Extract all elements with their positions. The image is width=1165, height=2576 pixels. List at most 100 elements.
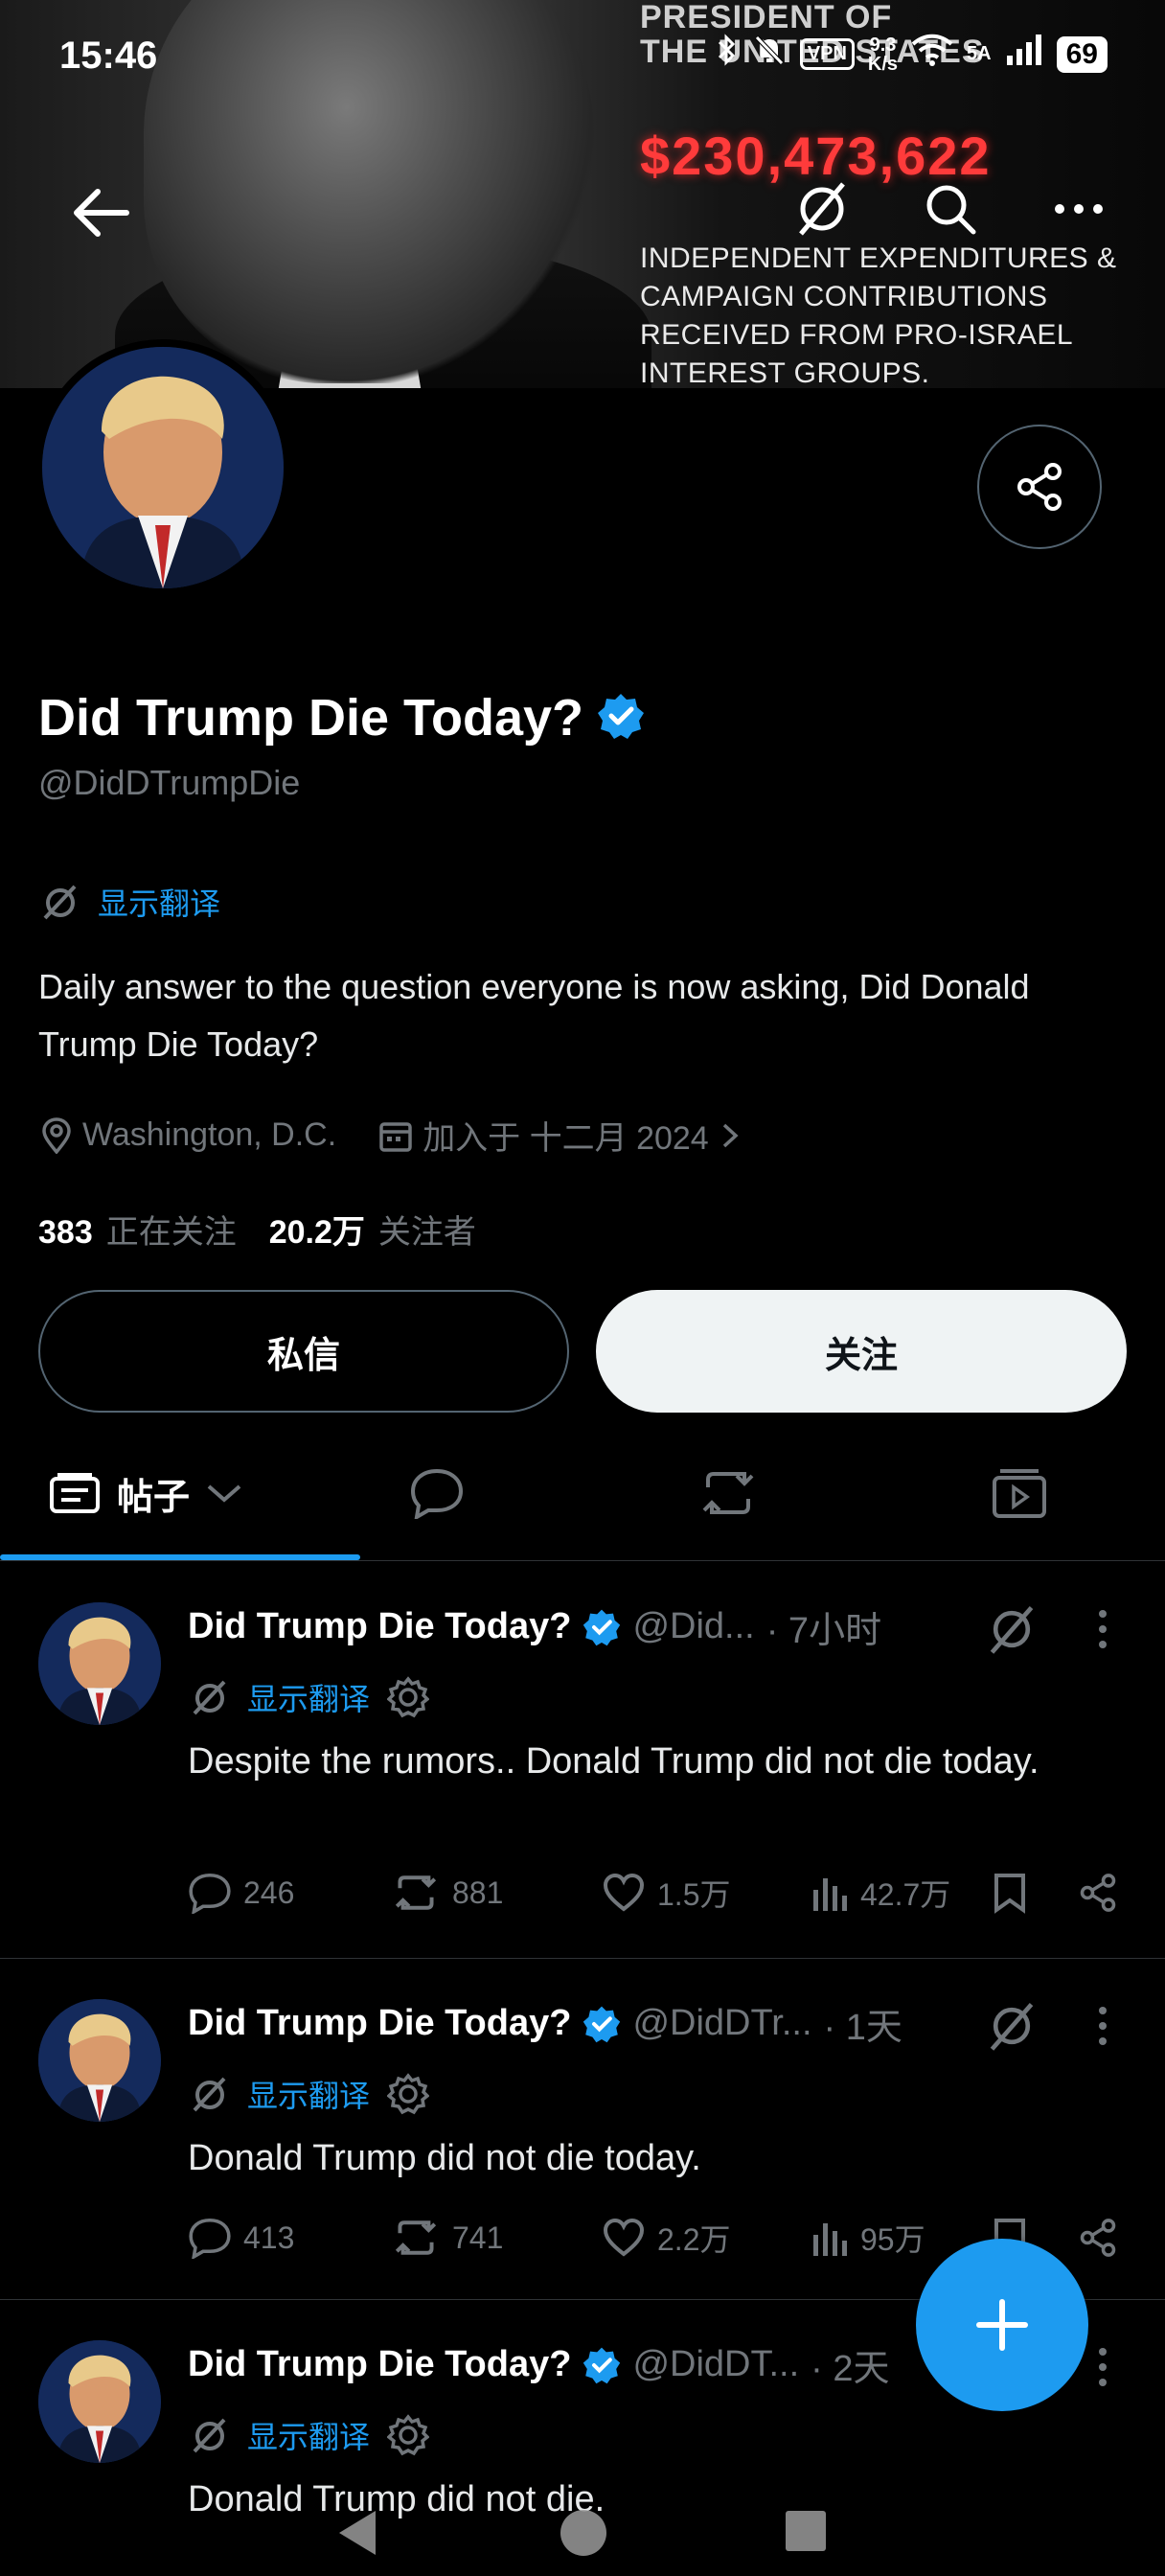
repost-action[interactable]: 741 [391, 2218, 602, 2258]
post-author-name[interactable]: Did Trump Die Today? [188, 1606, 571, 1647]
post-translate[interactable]: 显示翻译 [190, 2072, 430, 2116]
post-item[interactable]: Did Trump Die Today? @Did... · 7小时 显示翻译 … [0, 1562, 1165, 1959]
grok-button[interactable] [793, 180, 851, 238]
gear-icon[interactable] [387, 2073, 430, 2115]
profile-name-row: Did Trump Die Today? [38, 688, 645, 748]
post-author-handle[interactable]: @DidDTr... [632, 2003, 811, 2044]
post-more-icon[interactable] [1088, 2344, 1117, 2397]
more-horizontal-icon [1055, 204, 1103, 214]
post-author-name[interactable]: Did Trump Die Today? [188, 2344, 571, 2385]
nav-back-icon[interactable] [335, 2507, 379, 2559]
post-translate[interactable]: 显示翻译 [190, 2413, 430, 2457]
profile-bio: Daily answer to the question everyone is… [38, 967, 1030, 1064]
post-more-icon[interactable] [1088, 2003, 1117, 2056]
repost-icon [702, 1472, 754, 1514]
post-more-icon[interactable] [1088, 1606, 1117, 1659]
followers-label[interactable]: 关注者 [378, 1206, 476, 1253]
network-type: 5A [967, 43, 992, 64]
mute-bell-icon [752, 33, 787, 76]
reply-action[interactable]: 413 [188, 2217, 391, 2259]
bio-translate[interactable]: 显示翻译 [40, 880, 220, 924]
compose-post-button[interactable] [916, 2239, 1088, 2411]
heart-icon [603, 2218, 645, 2257]
post-time[interactable]: · 1天 [824, 1997, 902, 2050]
profile-name: Did Trump Die Today? [38, 689, 584, 747]
post-time[interactable]: · 2天 [811, 2338, 889, 2391]
post-avatar[interactable] [38, 1602, 161, 1725]
tabs-divider [0, 1560, 1165, 1561]
bookmark-action[interactable] [993, 1872, 1077, 1914]
tab-media[interactable] [874, 1428, 1165, 1558]
post-author-handle[interactable]: @Did... [632, 1606, 754, 1647]
verified-badge-icon[interactable] [597, 692, 645, 745]
share-icon [1017, 463, 1062, 511]
heart-icon [603, 1873, 645, 1912]
post-time[interactable]: · 7小时 [766, 1600, 881, 1653]
post-author-name[interactable]: Did Trump Die Today? [188, 2003, 571, 2044]
show-translation-link[interactable]: 显示翻译 [98, 880, 220, 924]
like-action[interactable]: 1.5万 [602, 1871, 811, 1915]
joined-item[interactable]: 加入于 十二月 2024 [378, 1112, 742, 1159]
nav-home-icon[interactable] [558, 2507, 609, 2559]
profile-avatar[interactable] [34, 339, 291, 596]
like-action[interactable]: 2.2万 [602, 2216, 811, 2260]
grok-translate-icon [193, 1680, 226, 1715]
post-avatar[interactable] [38, 1999, 161, 2122]
tab-posts-label: 帖子 [116, 1477, 190, 1518]
post-translate[interactable]: 显示翻译 [190, 1675, 430, 1719]
share-profile-button[interactable] [977, 425, 1102, 549]
following-count[interactable]: 383 [38, 1214, 93, 1252]
gear-icon[interactable] [387, 1676, 430, 1718]
message-button[interactable]: 私信 [38, 1290, 569, 1413]
repost-action[interactable]: 881 [391, 1873, 602, 1913]
follow-button[interactable]: 关注 [596, 1290, 1127, 1413]
grok-icon[interactable] [985, 1999, 1039, 2058]
post-avatar[interactable] [38, 2340, 161, 2463]
posts-icon [49, 1473, 100, 1513]
post-actions: 246 881 1.5万 42.7万 [188, 1871, 1127, 1915]
post-author-handle[interactable]: @DidDT... [632, 2344, 799, 2385]
verified-badge-icon [583, 2006, 621, 2042]
reply-action[interactable]: 246 [188, 1872, 391, 1914]
bluetooth-icon [716, 33, 739, 76]
status-bar: 15:46 VPN 9.3 K/s 5A 69 [0, 0, 1165, 115]
reply-count: 246 [243, 1874, 295, 1910]
share-action[interactable] [1077, 2217, 1119, 2259]
like-count: 1.5万 [657, 1877, 731, 1912]
wifi-icon [911, 33, 953, 76]
profile-handle: @DidDTrumpDie [38, 763, 301, 802]
network-speed: 9.3 K/s [868, 35, 898, 74]
verified-badge-icon [583, 2347, 621, 2383]
tab-posts[interactable]: 帖子 [0, 1428, 291, 1558]
share-action[interactable] [1077, 1872, 1119, 1914]
status-time: 15:46 [59, 34, 158, 77]
tab-reposts[interactable] [582, 1428, 874, 1558]
reply-icon [189, 1873, 231, 1914]
back-button[interactable] [69, 184, 136, 242]
more-button[interactable] [1050, 180, 1108, 238]
signal-icon [1005, 33, 1043, 76]
repost-count: 881 [452, 1874, 504, 1910]
nav-recents-icon[interactable] [784, 2509, 828, 2553]
post-header: Did Trump Die Today? @DidDTr... · 1天 [188, 1997, 902, 2050]
show-translation-link[interactable]: 显示翻译 [247, 2072, 370, 2116]
media-icon [993, 1469, 1046, 1518]
gear-icon[interactable] [387, 2414, 430, 2456]
tab-replies[interactable] [291, 1428, 582, 1558]
show-translation-link[interactable]: 显示翻译 [247, 2413, 370, 2457]
follow-stats: 383 正在关注 20.2万 关注者 [38, 1206, 495, 1253]
share-icon [1080, 1874, 1116, 1912]
repost-icon [395, 1875, 437, 1910]
post-text: Donald Trump did not die today. [188, 2138, 701, 2178]
followers-count[interactable]: 20.2万 [269, 1206, 365, 1253]
chevron-right-icon [722, 1123, 739, 1147]
show-translation-link[interactable]: 显示翻译 [247, 1675, 370, 1719]
grok-icon[interactable] [985, 1602, 1039, 1661]
status-icons: VPN 9.3 K/s 5A 69 [716, 33, 1108, 76]
views-action[interactable]: 42.7万 [811, 1871, 993, 1915]
grok-translate-icon [193, 2418, 226, 2453]
reply-icon [189, 2218, 231, 2259]
reply-bubble-icon [410, 1468, 464, 1519]
following-label[interactable]: 正在关注 [106, 1206, 237, 1253]
search-button[interactable] [922, 180, 979, 238]
